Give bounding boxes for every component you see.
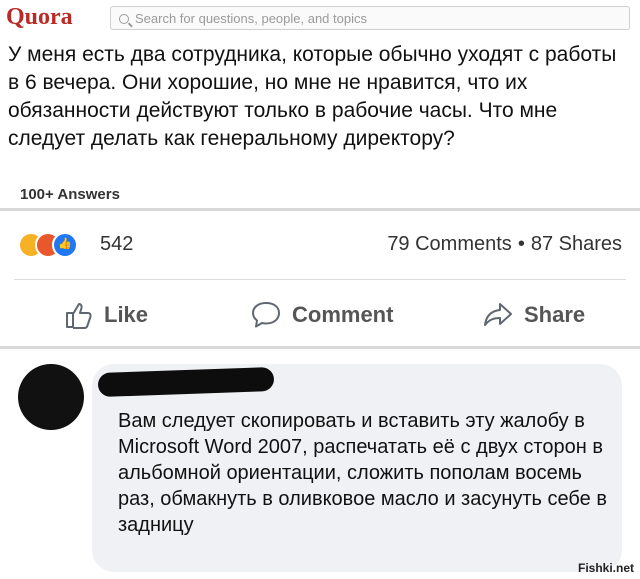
like-button[interactable]: Like — [64, 299, 148, 331]
reactions-count: 542 — [100, 233, 134, 255]
thumbs-up-icon — [66, 303, 92, 329]
watermark: Fishki.net — [577, 561, 634, 575]
quora-logo[interactable]: Quora — [6, 4, 73, 31]
share-button[interactable]: Share — [482, 299, 585, 331]
comments-count[interactable]: 79 Comments — [387, 233, 512, 255]
search-placeholder: Search for questions, people, and topics — [135, 11, 367, 26]
avatar[interactable] — [18, 364, 84, 430]
like-icon — [52, 232, 78, 258]
comment-text: Вам следует скопировать и вставить эту ж… — [118, 410, 607, 536]
question-title: У меня есть два сотрудника, которые обыч… — [8, 43, 617, 150]
shares-count[interactable]: 87 Shares — [531, 233, 622, 255]
divider — [14, 279, 626, 280]
answers-count[interactable]: 100+ Answers — [20, 186, 120, 203]
post-stats: 79 Comments • 87 Shares — [387, 233, 622, 256]
search-icon — [119, 14, 129, 24]
comment-icon — [252, 302, 280, 328]
quora-header: Quora Search for questions, people, and … — [0, 0, 640, 36]
share-label: Share — [524, 302, 586, 327]
stats-separator: • — [517, 233, 525, 255]
share-icon — [484, 303, 512, 326]
comment-button[interactable]: Comment — [250, 299, 393, 331]
divider — [0, 208, 640, 211]
divider — [0, 346, 640, 349]
search-input[interactable]: Search for questions, people, and topics — [110, 6, 630, 30]
comment-label: Comment — [292, 302, 394, 327]
like-label: Like — [104, 302, 149, 327]
